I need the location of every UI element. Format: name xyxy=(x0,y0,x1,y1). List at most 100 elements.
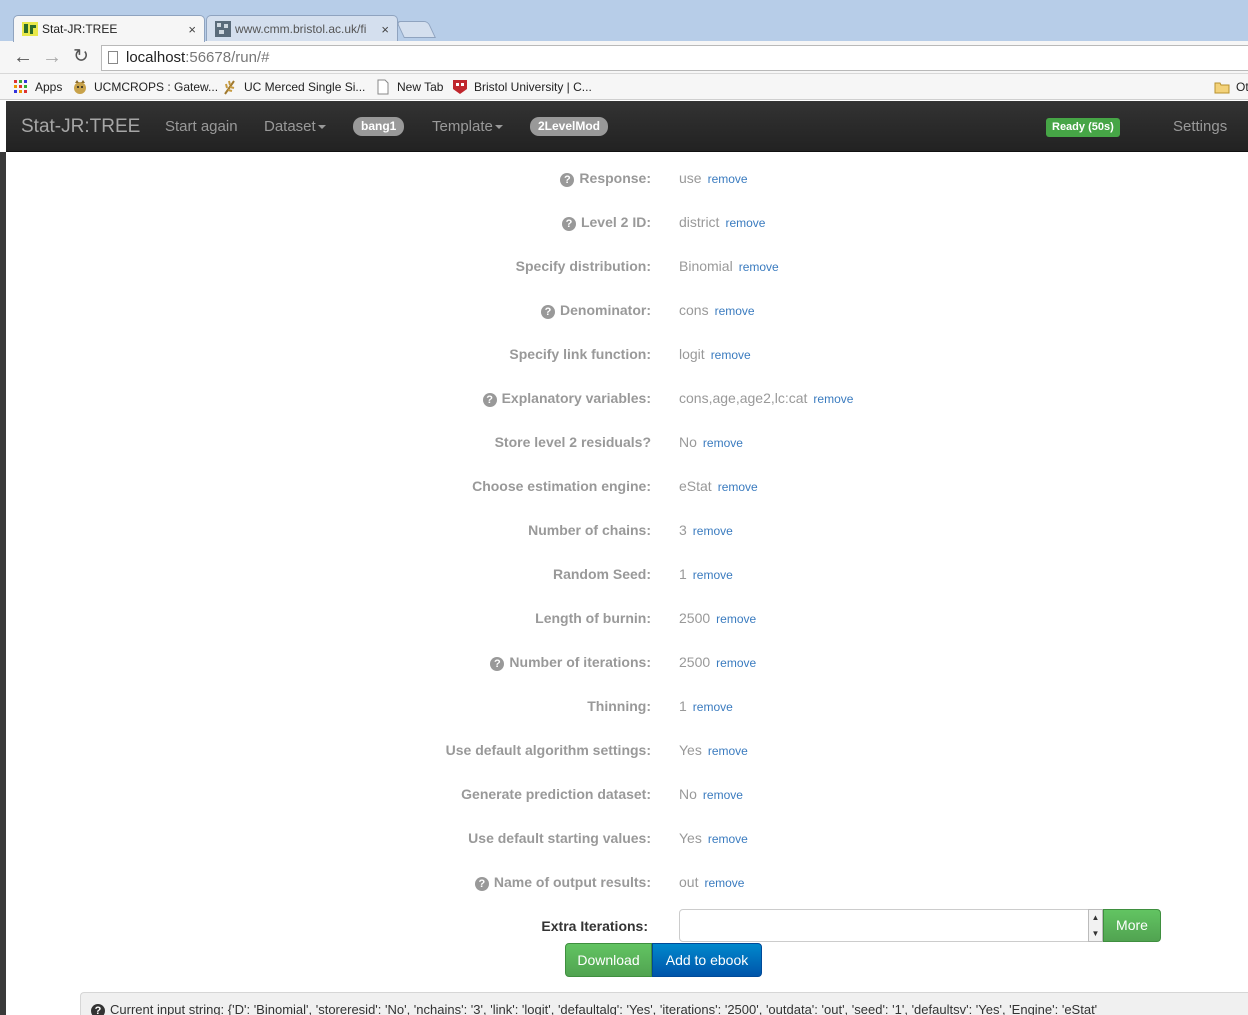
remove-link[interactable]: remove xyxy=(693,524,733,538)
field-value-text: 2500 xyxy=(679,610,711,626)
close-icon[interactable]: × xyxy=(381,22,389,37)
help-icon[interactable]: ? xyxy=(561,217,576,231)
field-label: Use default starting values: xyxy=(468,826,651,850)
field-label-text: Thinning: xyxy=(587,698,651,714)
field-value: 1 remove xyxy=(679,694,733,718)
field-label-text: Random Seed: xyxy=(552,566,651,582)
form-row: ? Denominator: cons remove xyxy=(6,298,1248,342)
field-label-text: Store level 2 residuals? xyxy=(494,434,651,450)
settings-link[interactable]: Settings xyxy=(1173,101,1227,152)
current-input-string: ? Current input string: {'D': 'Binomial',… xyxy=(80,992,1248,1015)
bookmark-other[interactable]: Ot xyxy=(1214,78,1248,96)
bookmark-label: New Tab xyxy=(397,80,444,94)
help-icon[interactable]: ? xyxy=(560,173,575,187)
field-label: Generate prediction dataset: xyxy=(461,782,651,806)
remove-link[interactable]: remove xyxy=(703,788,743,802)
field-label: ? Denominator: xyxy=(541,298,651,322)
bookmark-apps[interactable]: Apps xyxy=(13,78,62,96)
field-label-text: Generate prediction dataset: xyxy=(461,786,651,802)
bookmark-uc-merced[interactable]: UC Merced Single Si... xyxy=(222,78,365,96)
remove-link[interactable]: remove xyxy=(716,656,756,670)
tab-cmm-bristol[interactable]: www.cmm.bristol.ac.uk/fi × xyxy=(206,15,398,42)
field-value-text: 3 xyxy=(679,522,687,538)
field-label-text: Specify link function: xyxy=(509,346,651,362)
brand-link[interactable]: Stat-JR:TREE xyxy=(21,101,140,152)
more-button[interactable]: More xyxy=(1103,909,1161,942)
field-label: ? Number of iterations: xyxy=(490,650,651,674)
help-icon[interactable]: ? xyxy=(482,393,497,407)
remove-link[interactable]: remove xyxy=(718,480,758,494)
back-arrow-icon[interactable]: ← xyxy=(12,46,34,68)
bookmark-ucmcrops[interactable]: UCMCROPS : Gatew... xyxy=(72,78,218,96)
field-value: use remove xyxy=(679,166,748,190)
remove-link[interactable]: remove xyxy=(704,876,744,890)
field-value-text: logit xyxy=(679,346,705,362)
field-label-text: Specify distribution: xyxy=(515,258,651,274)
remove-link[interactable]: remove xyxy=(711,348,751,362)
field-value-text: Yes xyxy=(679,830,702,846)
remove-link[interactable]: remove xyxy=(708,744,748,758)
bookmark-new-tab[interactable]: New Tab xyxy=(375,78,443,96)
bookmarks-bar: Apps UCMCROPS : Gatew... UC Merced Singl… xyxy=(0,74,1248,100)
spin-down-icon[interactable]: ▼ xyxy=(1089,926,1102,942)
remove-link[interactable]: remove xyxy=(715,304,755,318)
field-value-text: 1 xyxy=(679,698,687,714)
browser-toolbar: ← → ↻ localhost:56678/run/# xyxy=(0,41,1248,74)
field-value: Binomial remove xyxy=(679,254,779,278)
field-label-text: Use default algorithm settings: xyxy=(445,742,651,758)
remove-link[interactable]: remove xyxy=(693,700,733,714)
field-label-text: Use default starting values: xyxy=(468,830,651,846)
field-value-text: district xyxy=(679,214,720,230)
field-label: Thinning: xyxy=(587,694,651,718)
bookmark-bristol[interactable]: Bristol University | C... xyxy=(452,78,592,96)
close-icon[interactable]: × xyxy=(188,22,196,37)
start-again-link[interactable]: Start again xyxy=(165,101,238,152)
help-icon[interactable]: ? xyxy=(474,877,489,891)
field-value: 2500 remove xyxy=(679,650,756,674)
remove-link[interactable]: remove xyxy=(813,392,853,406)
extra-iterations-input[interactable] xyxy=(679,909,1089,942)
field-label: Random Seed: xyxy=(553,562,651,586)
page-icon xyxy=(108,51,118,64)
field-label: ? Level 2 ID: xyxy=(561,210,651,234)
crest-icon xyxy=(453,80,467,94)
spin-up-icon[interactable]: ▲ xyxy=(1089,910,1102,926)
bookmark-label: UCMCROPS : Gatew... xyxy=(94,80,219,94)
field-label-text: Number of chains: xyxy=(528,522,651,538)
field-value-text: out xyxy=(679,874,699,890)
folder-icon xyxy=(1214,82,1230,94)
download-button[interactable]: Download xyxy=(565,943,652,977)
tab-stat-jr[interactable]: Stat-JR:TREE × xyxy=(13,15,205,42)
remove-link[interactable]: remove xyxy=(708,172,748,186)
field-value: 3 remove xyxy=(679,518,733,542)
remove-link[interactable]: remove xyxy=(725,216,765,230)
field-value-text: cons xyxy=(679,302,709,318)
field-label-text: Response: xyxy=(579,170,651,186)
iterations-spinner[interactable]: ▲ ▼ xyxy=(1088,909,1103,942)
form-row: Random Seed: 1 remove xyxy=(6,562,1248,606)
remove-link[interactable]: remove xyxy=(703,436,743,450)
dataset-dropdown[interactable]: Dataset xyxy=(264,101,326,152)
forward-arrow-icon[interactable]: → xyxy=(41,46,63,68)
bookmark-label: Ot xyxy=(1236,80,1248,94)
new-tab-button[interactable] xyxy=(396,21,436,38)
field-value: 2500 remove xyxy=(679,606,756,630)
remove-link[interactable]: remove xyxy=(693,568,733,582)
field-label-text: Number of iterations: xyxy=(509,654,651,670)
template-dropdown[interactable]: Template xyxy=(432,101,503,152)
field-label-text: Denominator: xyxy=(560,302,651,318)
wheat-icon xyxy=(224,80,235,95)
field-label: Number of chains: xyxy=(528,518,651,542)
help-icon[interactable]: ? xyxy=(490,657,505,671)
remove-link[interactable]: remove xyxy=(739,260,779,274)
reload-icon[interactable]: ↻ xyxy=(70,46,92,68)
form-row: Use default starting values: Yes remove xyxy=(6,826,1248,870)
form-row: Specify link function: logit remove xyxy=(6,342,1248,386)
help-icon[interactable]: ? xyxy=(541,305,555,319)
field-value-text: Yes xyxy=(679,742,702,758)
field-value: district remove xyxy=(679,210,765,234)
remove-link[interactable]: remove xyxy=(708,832,748,846)
address-bar[interactable]: localhost:56678/run/# xyxy=(101,45,1248,71)
remove-link[interactable]: remove xyxy=(716,612,756,626)
add-to-ebook-button[interactable]: Add to ebook xyxy=(652,943,762,977)
